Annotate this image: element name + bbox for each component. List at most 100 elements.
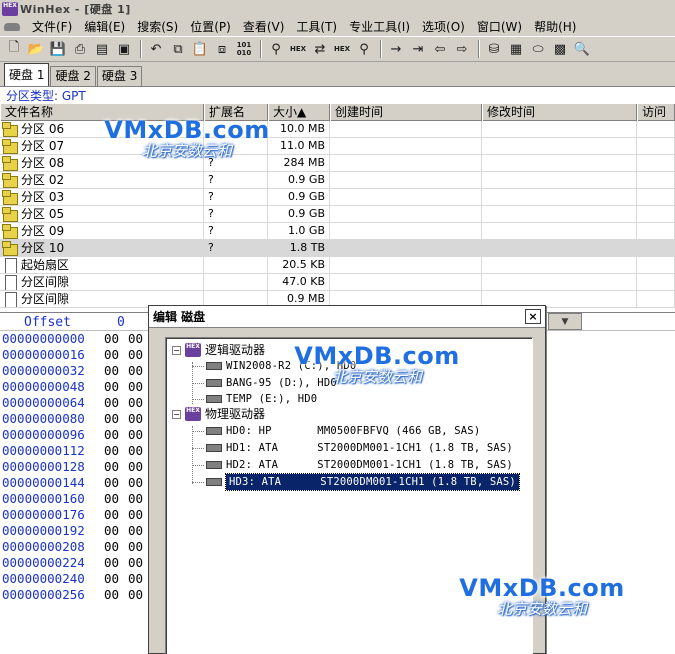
column-size[interactable]: 大小▲: [268, 104, 330, 121]
menu-file[interactable]: 文件(F): [26, 18, 78, 36]
goto-offset-icon[interactable]: →: [386, 39, 406, 59]
hex-row[interactable]: 00000000016 00 00: [0, 347, 160, 363]
paste-special-icon[interactable]: ⧈: [212, 39, 232, 59]
open-icon[interactable]: 📂: [26, 39, 46, 59]
menu-specialist-tools[interactable]: 专业工具(I): [343, 18, 416, 36]
hex-row[interactable]: 00000000144 00 00: [0, 475, 160, 491]
hex-view[interactable]: 00000000000 00 00 00000000016 00 00 0000000003…: [0, 331, 160, 654]
column-name[interactable]: 文件名称: [0, 104, 204, 121]
table-row[interactable]: 分区 07 11.0 MB: [0, 138, 675, 155]
tree-item-logical-drive[interactable]: WIN2008-R2 (C:), HD0: [192, 358, 356, 374]
menu-window[interactable]: 窗口(W): [471, 18, 528, 36]
hex-row[interactable]: 00000000064 00 00: [0, 395, 160, 411]
tab-disk-1[interactable]: 硬盘 1: [4, 63, 50, 86]
tree-item-physical-drive-selected[interactable]: HD3: ATA ST2000DM001-1CH1 (1.8 TB, SAS): [192, 473, 520, 491]
replace-hex-icon[interactable]: HEX: [332, 39, 352, 59]
hex-row[interactable]: 00000000176 00 00: [0, 507, 160, 523]
hex-row[interactable]: 00000000032 00 00: [0, 363, 160, 379]
table-row[interactable]: 分区 02? 0.9 GB: [0, 172, 675, 189]
new-file-icon[interactable]: 🗋: [4, 39, 24, 59]
undo-icon[interactable]: ↶: [146, 39, 166, 59]
tree-item-physical-drive[interactable]: HD1: ATA ST2000DM001-1CH1 (1.8 TB, SAS): [192, 440, 513, 456]
paste-icon[interactable]: 📋: [190, 39, 210, 59]
menu-help[interactable]: 帮助(H): [528, 18, 582, 36]
table-row[interactable]: 分区 05? 0.9 GB: [0, 206, 675, 223]
forward-icon[interactable]: ⇨: [452, 39, 472, 59]
tree-item-physical-drive[interactable]: HD2: ATA ST2000DM001-1CH1 (1.8 TB, SAS): [192, 457, 513, 473]
hex-byte[interactable]: 00: [104, 555, 128, 571]
hex-byte[interactable]: 00: [104, 523, 128, 539]
hex-byte[interactable]: 00: [104, 395, 128, 411]
tab-disk-3[interactable]: 硬盘 3: [96, 66, 143, 86]
hex-byte[interactable]: 00: [104, 507, 128, 523]
hex-byte[interactable]: 00: [104, 459, 128, 475]
calculator-icon[interactable]: ▩: [550, 39, 570, 59]
menu-options[interactable]: 选项(O): [416, 18, 471, 36]
binary-icon[interactable]: 101 010: [234, 39, 254, 59]
hex-dropdown-button[interactable]: ▼: [548, 313, 582, 330]
hex-byte[interactable]: 00: [104, 587, 128, 603]
properties-icon[interactable]: ▤: [92, 39, 112, 59]
column-modified[interactable]: 修改时间: [482, 104, 637, 121]
hex-row[interactable]: 00000000080 00 00: [0, 411, 160, 427]
table-row[interactable]: 分区 08? 284 MB: [0, 155, 675, 172]
column-extension[interactable]: 扩展名: [204, 104, 268, 121]
hex-row[interactable]: 00000000048 00 00: [0, 379, 160, 395]
column-accessed[interactable]: 访问: [637, 104, 675, 121]
hex-byte[interactable]: 00: [104, 347, 128, 363]
find-hex-icon[interactable]: HEX: [288, 39, 308, 59]
print-icon[interactable]: ⎙: [70, 39, 90, 59]
table-row[interactable]: 分区 10? 1.8 TB: [0, 240, 675, 257]
hex-byte[interactable]: 00: [104, 475, 128, 491]
menu-search[interactable]: 搜索(S): [131, 18, 184, 36]
hex-byte[interactable]: 00: [104, 443, 128, 459]
hex-row[interactable]: 00000000224 00 00: [0, 555, 160, 571]
dialog-close-button[interactable]: ×: [525, 309, 541, 324]
zoom-icon[interactable]: 🔍: [572, 39, 592, 59]
ram-editor-icon[interactable]: ▦: [506, 39, 526, 59]
open-disk-icon[interactable]: ▣: [114, 39, 134, 59]
replace-icon[interactable]: ⇄: [310, 39, 330, 59]
disk-tools-icon[interactable]: ⬭: [528, 39, 548, 59]
hex-byte[interactable]: 00: [104, 427, 128, 443]
back-icon[interactable]: ⇦: [430, 39, 450, 59]
tree-item-physical-drive[interactable]: HD0: HP MM0500FBFVQ (466 GB, SAS): [192, 423, 480, 439]
collapse-icon[interactable]: −: [172, 345, 181, 355]
hex-row[interactable]: 00000000112 00 00: [0, 443, 160, 459]
hex-byte[interactable]: 00: [104, 539, 128, 555]
disk-editor-icon[interactable]: ⛁: [484, 39, 504, 59]
table-row[interactable]: 分区间隙 47.0 KB: [0, 274, 675, 291]
collapse-icon[interactable]: −: [172, 409, 181, 419]
menu-view[interactable]: 查看(V): [237, 18, 291, 36]
save-icon[interactable]: 💾: [48, 39, 68, 59]
tree-item-logical-drive[interactable]: BANG-95 (D:), HD0: [192, 375, 337, 391]
tree-node-physical-drives[interactable]: − HEX 物理驱动器: [172, 406, 265, 422]
table-row[interactable]: 起始扇区 20.5 KB: [0, 257, 675, 274]
menu-edit[interactable]: 编辑(E): [78, 18, 131, 36]
menu-tools[interactable]: 工具(T): [290, 18, 343, 36]
goto-sector-icon[interactable]: ⇥: [408, 39, 428, 59]
table-row[interactable]: 分区 06 10.0 MB: [0, 121, 675, 138]
hex-byte[interactable]: 00: [104, 331, 128, 347]
table-row[interactable]: 分区 09? 1.0 GB: [0, 223, 675, 240]
tree-node-logical-drives[interactable]: − HEX 逻辑驱动器: [172, 342, 265, 358]
copy-icon[interactable]: ⧉: [168, 39, 188, 59]
hex-row[interactable]: 00000000256 00 00: [0, 587, 160, 603]
hex-byte[interactable]: 00: [104, 571, 128, 587]
menu-position[interactable]: 位置(P): [184, 18, 237, 36]
hex-row[interactable]: 00000000208 00 00: [0, 539, 160, 555]
tree-item-logical-drive[interactable]: TEMP (E:), HD0: [192, 391, 317, 407]
hex-byte[interactable]: 00: [104, 379, 128, 395]
hex-row[interactable]: 00000000160 00 00: [0, 491, 160, 507]
tab-disk-2[interactable]: 硬盘 2: [50, 66, 96, 86]
hex-byte[interactable]: 00: [104, 411, 128, 427]
find-again-icon[interactable]: ⚲: [354, 39, 374, 59]
hex-byte[interactable]: 00: [104, 491, 128, 507]
table-row[interactable]: 分区 03? 0.9 GB: [0, 189, 675, 206]
column-created[interactable]: 创建时间: [330, 104, 482, 121]
hex-row[interactable]: 00000000128 00 00: [0, 459, 160, 475]
hex-byte[interactable]: 00: [104, 363, 128, 379]
hex-row[interactable]: 00000000192 00 00: [0, 523, 160, 539]
hex-row[interactable]: 00000000000 00 00: [0, 331, 160, 347]
find-icon[interactable]: ⚲: [266, 39, 286, 59]
